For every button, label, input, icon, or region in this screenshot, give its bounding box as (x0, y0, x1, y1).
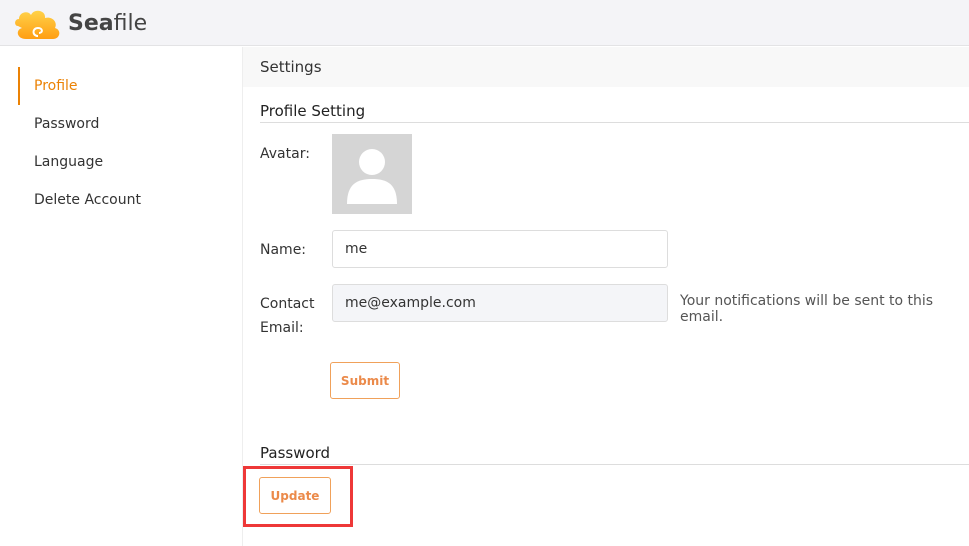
avatar[interactable] (332, 134, 412, 214)
password-heading: Password (260, 444, 969, 465)
cloud-logo-icon (15, 10, 60, 39)
email-label-line1: Contact (260, 296, 315, 312)
logo-text: Seafile (68, 10, 148, 36)
sidebar-item-password[interactable]: Password (18, 105, 99, 143)
page-title: Settings (243, 47, 969, 87)
email-label-line2: Email: (260, 320, 304, 336)
sidebar-item-delete-account[interactable]: Delete Account (18, 181, 141, 219)
contact-email-input[interactable] (332, 284, 668, 322)
user-placeholder-icon (347, 149, 397, 204)
avatar-label: Avatar: (260, 146, 310, 162)
profile-setting-heading: Profile Setting (260, 102, 969, 123)
sidebar-item-language[interactable]: Language (18, 143, 103, 181)
sidebar: Profile Password Language Delete Account (0, 47, 243, 546)
seafile-logo[interactable]: Seafile (12, 6, 147, 40)
name-label: Name: (260, 242, 307, 258)
email-hint: Your notifications will be sent to this … (680, 293, 934, 325)
sidebar-item-profile[interactable]: Profile (18, 67, 78, 105)
name-input[interactable] (332, 230, 668, 268)
highlight-box (243, 466, 353, 527)
header: Seafile (0, 0, 969, 46)
submit-button[interactable]: Submit (330, 362, 400, 399)
